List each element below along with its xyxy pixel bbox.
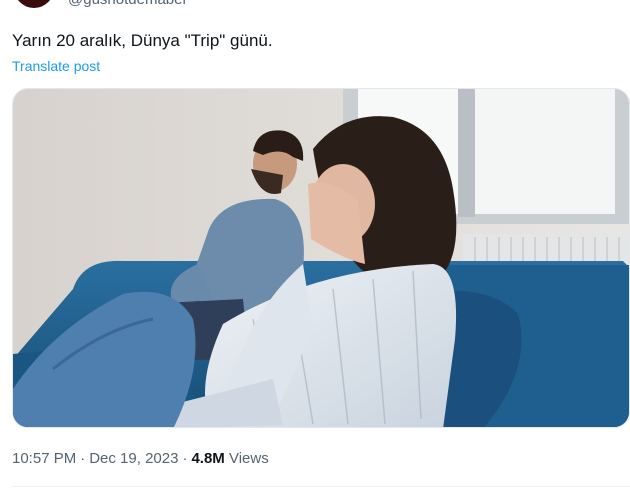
views-count: 4.8M	[191, 450, 225, 467]
translate-post-link[interactable]: Translate post	[12, 57, 100, 75]
author-handle[interactable]: @gushotdemaber	[68, 0, 187, 9]
post-metadata: 10:57 PM · Dec 19, 2023 · 4.8M Views	[12, 449, 269, 469]
post-time[interactable]: 10:57 PM	[12, 450, 76, 467]
author-avatar[interactable]	[14, 0, 54, 8]
separator: ·	[182, 450, 188, 467]
divider	[12, 486, 630, 487]
post-text: Yarın 20 aralık, Dünya "Trip" günü.	[12, 31, 273, 50]
post-date[interactable]: Dec 19, 2023	[89, 450, 178, 467]
post-image[interactable]	[12, 88, 630, 428]
views-label: Views	[228, 450, 269, 467]
separator: ·	[80, 450, 86, 467]
couple-on-sofa-photo	[13, 89, 629, 427]
